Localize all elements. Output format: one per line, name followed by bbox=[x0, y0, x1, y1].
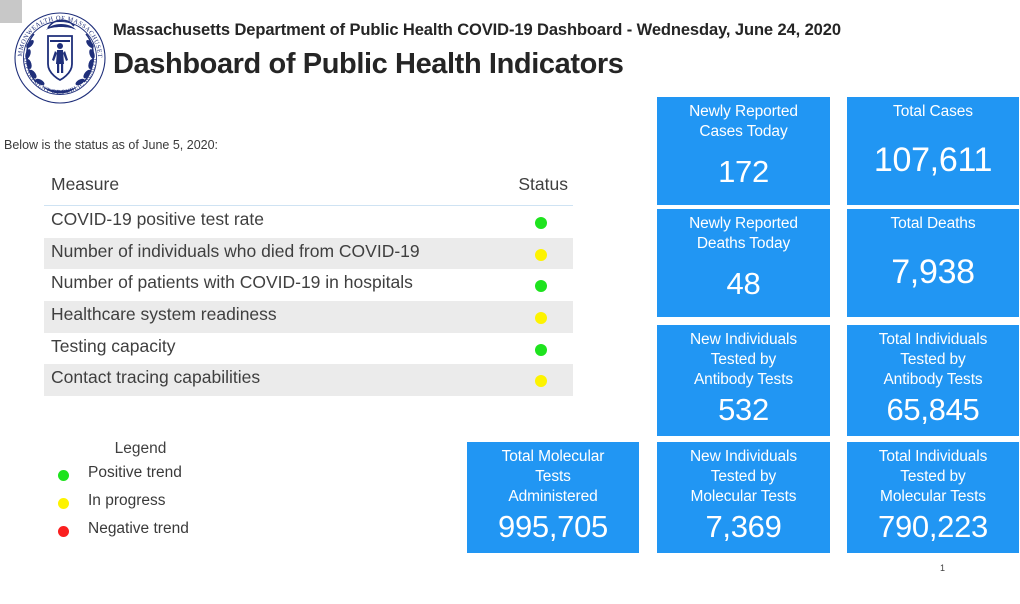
measure-label: Contact tracing capabilities bbox=[51, 367, 261, 388]
table-row: Testing capacity bbox=[44, 332, 573, 365]
card-value: 48 bbox=[726, 266, 761, 301]
card-total-cases: Total Cases 107,611 bbox=[847, 97, 1019, 205]
massachusetts-dph-seal: COMMONWEALTH OF MASSACHUSETTS DEPARTMENT… bbox=[8, 6, 112, 110]
card-value: 7,938 bbox=[891, 253, 975, 291]
dashboard-subtitle: Massachusetts Department of Public Healt… bbox=[113, 21, 841, 39]
card-total-individuals-tested-molecular: Total Individuals Tested by Molecular Te… bbox=[847, 442, 1019, 553]
card-title: Newly Reported Deaths Today bbox=[689, 215, 798, 252]
card-total-deaths: Total Deaths 7,938 bbox=[847, 209, 1019, 317]
status-dot-green bbox=[535, 217, 547, 229]
table-row: Number of patients with COVID-19 in hosp… bbox=[44, 269, 573, 302]
legend-dot-red-icon bbox=[58, 526, 69, 537]
card-title: Total Cases bbox=[893, 103, 973, 120]
status-dot-yellow bbox=[535, 312, 547, 325]
page-title: Dashboard of Public Health Indicators bbox=[113, 48, 624, 80]
card-value: 65,845 bbox=[886, 392, 980, 427]
public-health-indicators-table: Measure Status COVID-19 positive test ra… bbox=[44, 172, 573, 397]
card-new-individuals-tested-antibody: New Individuals Tested by Antibody Tests… bbox=[657, 325, 830, 436]
card-title: Total Individuals Tested by Antibody Tes… bbox=[878, 331, 988, 388]
card-title: Total Molecular Tests Administered bbox=[501, 448, 605, 505]
card-value: 995,705 bbox=[498, 509, 608, 544]
card-title: Total Deaths bbox=[890, 215, 976, 232]
column-header-measure: Measure bbox=[51, 174, 120, 194]
legend-dot-yellow-icon bbox=[58, 498, 69, 509]
legend-label: In progress bbox=[88, 492, 166, 509]
card-total-individuals-tested-antibody: Total Individuals Tested by Antibody Tes… bbox=[847, 325, 1019, 436]
card-newly-reported-cases-today: Newly Reported Cases Today 172 bbox=[657, 97, 830, 205]
legend-item-negative: Negative trend bbox=[44, 520, 274, 548]
card-value: 172 bbox=[718, 154, 769, 189]
table-row: COVID-19 positive test rate bbox=[44, 206, 573, 238]
card-value: 532 bbox=[718, 392, 769, 427]
column-header-status: Status bbox=[518, 174, 568, 194]
card-title: Total Individuals Tested by Molecular Te… bbox=[878, 448, 988, 505]
card-newly-reported-deaths-today: Newly Reported Deaths Today 48 bbox=[657, 209, 830, 317]
legend-item-in-progress: In progress bbox=[44, 492, 274, 520]
legend-label: Negative trend bbox=[88, 520, 189, 537]
status-dot-yellow bbox=[535, 248, 547, 261]
table-header-row: Measure Status bbox=[44, 172, 573, 206]
card-total-molecular-tests-administered: Total Molecular Tests Administered 995,7… bbox=[467, 442, 639, 553]
card-value: 790,223 bbox=[878, 509, 988, 544]
status-dot-yellow bbox=[535, 375, 547, 388]
card-new-individuals-tested-molecular: New Individuals Tested by Molecular Test… bbox=[657, 442, 830, 553]
legend-title: Legend bbox=[114, 440, 167, 457]
card-title: New Individuals Tested by Molecular Test… bbox=[689, 448, 798, 505]
table-row: Contact tracing capabilities bbox=[44, 364, 573, 397]
card-title: Newly Reported Cases Today bbox=[689, 103, 798, 140]
measure-label: Number of patients with COVID-19 in hosp… bbox=[51, 272, 413, 293]
card-value: 7,369 bbox=[705, 509, 782, 544]
measure-label: Healthcare system readiness bbox=[51, 304, 277, 325]
status-dot-green bbox=[535, 280, 547, 293]
card-value: 107,611 bbox=[873, 141, 993, 179]
legend-item-positive: Positive trend bbox=[44, 464, 274, 492]
page-number: 1 bbox=[940, 563, 946, 573]
measure-label: Number of individuals who died from COVI… bbox=[51, 240, 420, 261]
legend-dot-green-icon bbox=[58, 470, 69, 481]
table-row: Number of individuals who died from COVI… bbox=[44, 237, 573, 270]
status-as-of-note: Below is the status as of June 5, 2020: bbox=[4, 138, 219, 152]
card-title: New Individuals Tested by Antibody Tests bbox=[689, 331, 798, 388]
legend-label: Positive trend bbox=[88, 464, 182, 481]
measure-label: COVID-19 positive test rate bbox=[51, 209, 264, 229]
table-row: Healthcare system readiness bbox=[44, 301, 573, 333]
measure-label: Testing capacity bbox=[51, 335, 176, 356]
legend: Legend Positive trend In progress Negati… bbox=[44, 440, 274, 548]
status-dot-green bbox=[535, 343, 547, 356]
